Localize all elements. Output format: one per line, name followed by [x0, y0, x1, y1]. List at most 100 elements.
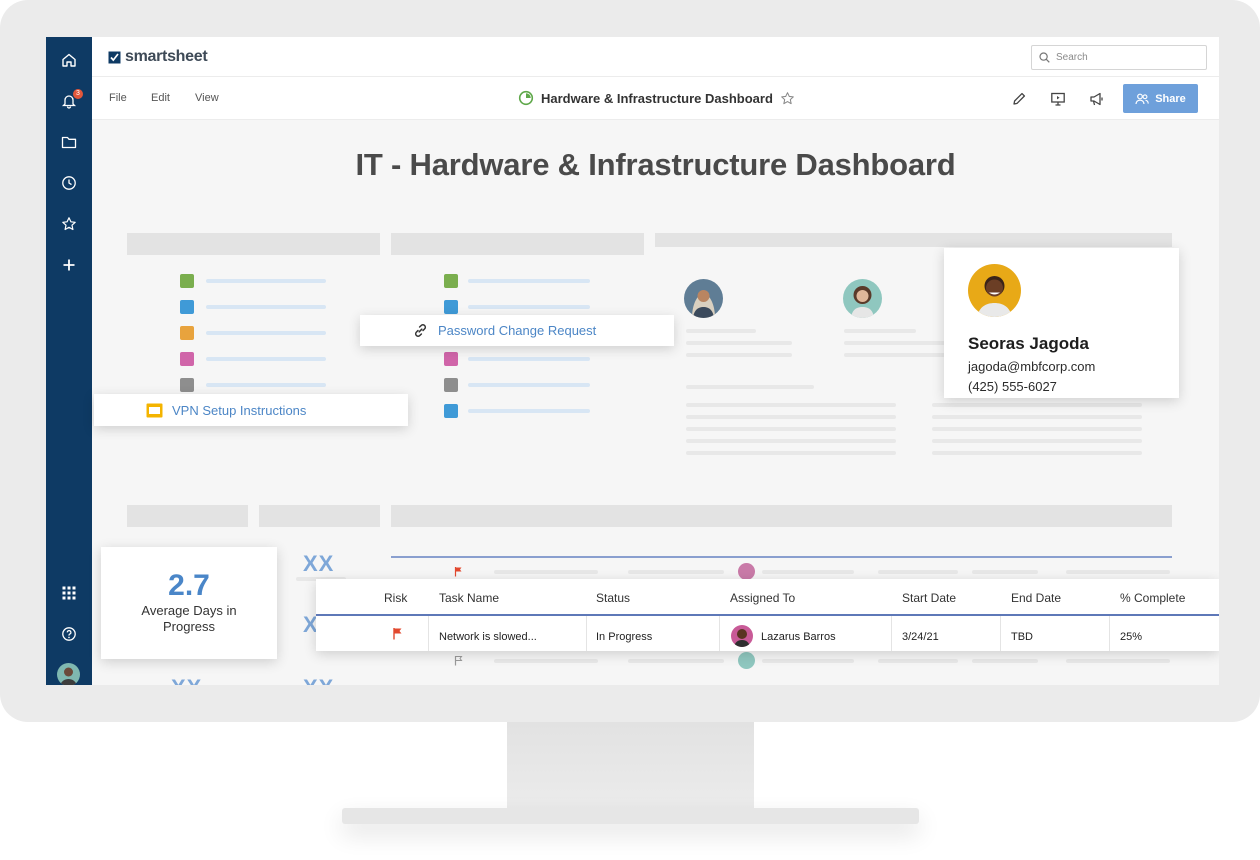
metric-placeholder: XX: [303, 675, 334, 685]
cell-placeholder: [972, 570, 1038, 574]
table-header-rule: [391, 556, 1172, 558]
text-placeholder: [686, 439, 896, 443]
contact-card[interactable]: Seoras Jagoda jagoda@mbfcorp.com (425) 5…: [944, 248, 1179, 398]
plus-icon[interactable]: [54, 250, 84, 280]
column-divider: [1000, 616, 1001, 651]
legend-square: [180, 326, 194, 340]
monitor-base: [342, 808, 919, 824]
link-placeholder: [468, 383, 590, 387]
legend-square: [180, 378, 194, 392]
widget-header-placeholder: [127, 233, 380, 255]
contact-email[interactable]: jagoda@mbfcorp.com: [968, 359, 1095, 374]
link-placeholder: [206, 331, 326, 335]
password-change-link-label: Password Change Request: [438, 323, 597, 338]
contact-avatar: [843, 279, 882, 318]
grid-icon[interactable]: [54, 578, 84, 608]
cell-start-date[interactable]: 3/24/21: [902, 631, 939, 643]
smartsheet-logo-icon: [108, 51, 121, 63]
legend-square: [180, 300, 194, 314]
column-header-risk[interactable]: Risk: [384, 591, 407, 605]
menu-bar: File Edit View Hardware & Infrastructure…: [92, 77, 1219, 120]
metric-placeholder: XX: [171, 675, 202, 685]
text-placeholder: [686, 427, 896, 431]
legend-square: [444, 404, 458, 418]
cell-assigned-to[interactable]: Lazarus Barros: [761, 631, 836, 643]
password-change-link[interactable]: Password Change Request: [360, 315, 674, 346]
edit-pencil-icon[interactable]: [1008, 88, 1030, 110]
clock-icon[interactable]: [54, 168, 84, 198]
column-divider: [428, 616, 429, 651]
menu-edit[interactable]: Edit: [151, 92, 170, 104]
metric-value: 2.7: [168, 569, 210, 602]
column-divider: [891, 616, 892, 651]
notifications-button[interactable]: 3: [54, 86, 84, 116]
user-avatar[interactable]: [57, 663, 80, 685]
cell-placeholder: [762, 659, 854, 663]
link-placeholder: [206, 305, 326, 309]
help-icon[interactable]: [54, 619, 84, 649]
vpn-setup-link[interactable]: VPN Setup Instructions: [94, 394, 408, 426]
text-placeholder: [844, 353, 948, 357]
text-placeholder: [686, 403, 896, 407]
folder-icon[interactable]: [54, 127, 84, 157]
link-placeholder: [468, 357, 590, 361]
legend-square: [444, 274, 458, 288]
text-placeholder: [844, 341, 948, 345]
contact-avatar: [684, 279, 723, 318]
cell-status[interactable]: In Progress: [596, 631, 652, 643]
column-header-percent-complete[interactable]: % Complete: [1120, 591, 1185, 605]
text-placeholder: [932, 439, 1142, 443]
widget-header-placeholder: [391, 233, 644, 255]
legend-square: [444, 300, 458, 314]
cell-placeholder: [762, 570, 854, 574]
assignee-avatar: [738, 563, 755, 580]
home-icon[interactable]: [54, 45, 84, 75]
megaphone-icon[interactable]: [1086, 88, 1108, 110]
cell-task-name[interactable]: Network is slowed...: [439, 631, 537, 643]
link-placeholder: [206, 357, 326, 361]
app-logo[interactable]: smartsheet: [108, 48, 208, 66]
text-placeholder: [686, 353, 792, 357]
column-header-assigned-to[interactable]: Assigned To: [730, 591, 795, 605]
top-bar: smartsheet: [92, 37, 1219, 77]
risk-flag-icon[interactable]: [392, 627, 404, 640]
favorite-star-icon[interactable]: [780, 91, 795, 106]
menu-view[interactable]: View: [195, 92, 219, 104]
search-box[interactable]: [1031, 45, 1207, 70]
metric-card: 2.7 Average Days in Progress: [101, 547, 277, 659]
column-divider: [1109, 616, 1110, 651]
column-header-end-date[interactable]: End Date: [1011, 591, 1061, 605]
cell-placeholder: [494, 659, 598, 663]
link-placeholder: [468, 409, 590, 413]
share-button[interactable]: Share: [1123, 84, 1198, 113]
menu-file[interactable]: File: [109, 92, 127, 104]
column-header-status[interactable]: Status: [596, 591, 630, 605]
widget-header-placeholder: [655, 233, 1172, 247]
text-placeholder: [686, 385, 814, 389]
cell-end-date[interactable]: TBD: [1011, 631, 1033, 643]
star-icon[interactable]: [54, 209, 84, 239]
cell-placeholder: [972, 659, 1038, 663]
contact-avatar: [968, 264, 1021, 317]
link-placeholder: [468, 305, 590, 309]
present-icon[interactable]: [1047, 88, 1069, 110]
share-button-label: Share: [1155, 92, 1186, 105]
link-placeholder: [206, 383, 326, 387]
cell-percent-complete[interactable]: 25%: [1120, 631, 1142, 643]
assignee-avatar: [731, 625, 753, 647]
column-divider: [719, 616, 720, 651]
column-header-task-name[interactable]: Task Name: [439, 591, 499, 605]
dashboard-icon: [518, 90, 534, 106]
column-header-start-date[interactable]: Start Date: [902, 591, 956, 605]
text-placeholder: [932, 415, 1142, 419]
search-input[interactable]: [1056, 52, 1196, 63]
metric-placeholder: XX: [303, 551, 335, 576]
task-table-card: Risk Task Name Status Assigned To Start …: [316, 579, 1219, 651]
widget-header-placeholder: [127, 505, 248, 527]
text-placeholder: [844, 329, 916, 333]
table-header-divider: [316, 614, 1219, 616]
widget-header-placeholder: [259, 505, 380, 527]
cell-placeholder: [878, 659, 958, 663]
text-placeholder: [686, 329, 756, 333]
legend-square: [180, 274, 194, 288]
